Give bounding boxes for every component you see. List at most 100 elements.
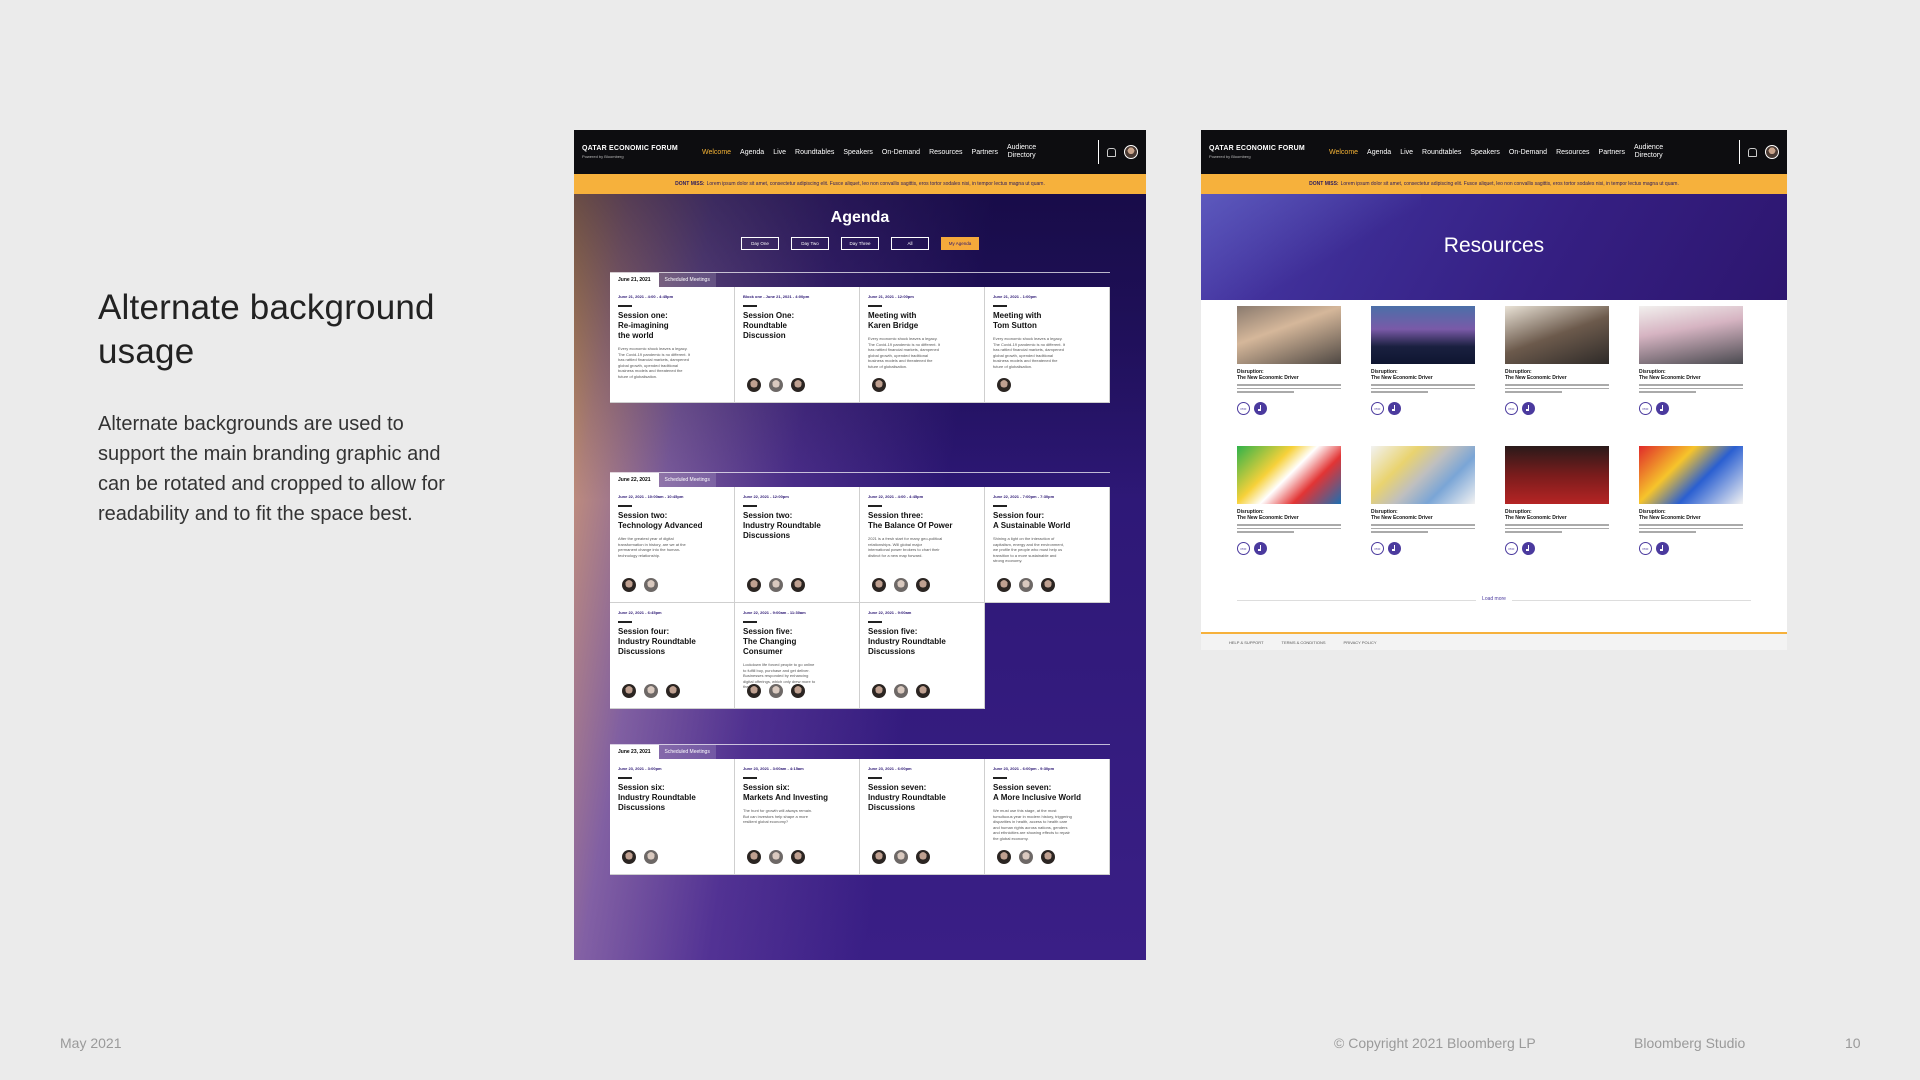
download-icon[interactable] [1522, 542, 1535, 555]
tab-day-two[interactable]: Day Two [791, 237, 829, 250]
speaker-avatar[interactable] [916, 684, 930, 698]
resource-thumbnail[interactable] [1237, 306, 1341, 364]
speaker-avatar[interactable] [791, 684, 805, 698]
speaker-avatar[interactable] [791, 850, 805, 864]
nav-item-speakers[interactable]: Speakers [843, 149, 873, 156]
pdf-icon[interactable]: PDF [1639, 402, 1652, 415]
pdf-icon[interactable]: PDF [1371, 402, 1384, 415]
speaker-avatar[interactable] [747, 850, 761, 864]
resource-thumbnail[interactable] [1639, 306, 1743, 364]
resource-card[interactable]: Disruption: The New Economic Driver PDF [1371, 446, 1475, 570]
tab-day-one[interactable]: Day One [741, 237, 779, 250]
session-card[interactable]: June 23, 2021 - 6:00pm - 9:30pm Session s… [985, 759, 1110, 875]
session-card[interactable]: June 23, 2021 - 3:00pm Session six: Indus… [610, 759, 735, 875]
speaker-avatar[interactable] [622, 578, 636, 592]
nav-item-roundtables[interactable]: Roundtables [1422, 149, 1461, 156]
scheduled-meetings-tab[interactable]: Scheduled Meetings [658, 273, 716, 287]
nav-item-audience-directory[interactable]: Audience Directory [1007, 144, 1036, 160]
session-card[interactable]: Block one - June 21, 2021 - 4:00pm Sessio… [735, 287, 860, 403]
speaker-avatar[interactable] [872, 684, 886, 698]
load-more-link[interactable]: Load more [1476, 596, 1512, 602]
speaker-avatar[interactable] [747, 684, 761, 698]
speaker-avatar[interactable] [769, 850, 783, 864]
tab-all[interactable]: All [891, 237, 929, 250]
speaker-avatar[interactable] [644, 684, 658, 698]
site-logo[interactable]: QATAR ECONOMIC FORUM Powered by Bloomber… [582, 145, 692, 159]
day-date-tab[interactable]: June 22, 2021 [610, 473, 659, 487]
speaker-avatar[interactable] [894, 850, 908, 864]
resource-card[interactable]: Disruption: The New Economic Driver PDF [1639, 306, 1743, 430]
pdf-icon[interactable]: PDF [1237, 402, 1250, 415]
speaker-avatar[interactable] [997, 850, 1011, 864]
pdf-icon[interactable]: PDF [1639, 542, 1652, 555]
resource-thumbnail[interactable] [1237, 446, 1341, 504]
speaker-avatar[interactable] [666, 684, 680, 698]
session-card[interactable]: June 21, 2021 - 1:00pm Meeting with Tom S… [985, 287, 1110, 403]
speaker-avatar[interactable] [747, 378, 761, 392]
resource-card[interactable]: Disruption: The New Economic Driver PDF [1639, 446, 1743, 570]
speaker-avatar[interactable] [769, 578, 783, 592]
day-date-tab[interactable]: June 21, 2021 [610, 273, 659, 287]
pdf-icon[interactable]: PDF [1237, 542, 1250, 555]
nav-item-partners[interactable]: Partners [972, 149, 998, 156]
session-card[interactable]: June 21, 2021 - 12:00pm Meeting with Kare… [860, 287, 985, 403]
speaker-avatar[interactable] [997, 578, 1011, 592]
download-icon[interactable] [1254, 402, 1267, 415]
speaker-avatar[interactable] [894, 684, 908, 698]
nav-item-live[interactable]: Live [1400, 149, 1413, 156]
speaker-avatar[interactable] [1019, 578, 1033, 592]
speaker-avatar[interactable] [872, 378, 886, 392]
speaker-avatar[interactable] [644, 850, 658, 864]
scheduled-meetings-tab[interactable]: Scheduled Meetings [658, 745, 716, 759]
nav-item-on-demand[interactable]: On-Demand [1509, 149, 1547, 156]
resource-card[interactable]: Disruption: The New Economic Driver PDF [1237, 306, 1341, 430]
nav-item-live[interactable]: Live [773, 149, 786, 156]
speaker-avatar[interactable] [872, 578, 886, 592]
footer-link-privacy[interactable]: PRIVACY POLICY [1344, 640, 1377, 645]
resource-thumbnail[interactable] [1371, 306, 1475, 364]
nav-item-agenda[interactable]: Agenda [1367, 149, 1391, 156]
nav-item-audience-directory[interactable]: Audience Directory [1634, 144, 1663, 160]
session-card[interactable]: June 22, 2021 - 7:00pm - 7:30pm Session f… [985, 487, 1110, 603]
notification-bell-icon[interactable] [1107, 147, 1116, 157]
speaker-avatar[interactable] [1041, 578, 1055, 592]
session-card[interactable]: June 23, 2021 - 3:00am - 4:15am Session s… [735, 759, 860, 875]
speaker-avatar[interactable] [769, 378, 783, 392]
speaker-avatar[interactable] [916, 578, 930, 592]
user-avatar[interactable] [1765, 145, 1779, 159]
resource-card[interactable]: Disruption: The New Economic Driver PDF [1505, 446, 1609, 570]
nav-item-roundtables[interactable]: Roundtables [795, 149, 834, 156]
scheduled-meetings-tab[interactable]: Scheduled Meetings [658, 473, 716, 487]
nav-item-welcome[interactable]: Welcome [1329, 149, 1358, 156]
resource-thumbnail[interactable] [1505, 446, 1609, 504]
tab-day-three[interactable]: Day Three [841, 237, 879, 250]
nav-item-on-demand[interactable]: On-Demand [882, 149, 920, 156]
speaker-avatar[interactable] [872, 850, 886, 864]
nav-item-resources[interactable]: Resources [929, 149, 962, 156]
session-card[interactable]: June 22, 2021 - 12:00pm Session two: Indu… [735, 487, 860, 603]
resource-card[interactable]: Disruption: The New Economic Driver PDF [1371, 306, 1475, 430]
speaker-avatar[interactable] [1041, 850, 1055, 864]
speaker-avatar[interactable] [622, 850, 636, 864]
nav-item-agenda[interactable]: Agenda [740, 149, 764, 156]
nav-item-partners[interactable]: Partners [1599, 149, 1625, 156]
speaker-avatar[interactable] [644, 578, 658, 592]
speaker-avatar[interactable] [916, 850, 930, 864]
pdf-icon[interactable]: PDF [1505, 542, 1518, 555]
speaker-avatar[interactable] [894, 578, 908, 592]
download-icon[interactable] [1388, 542, 1401, 555]
session-card[interactable]: June 22, 2021 - 9:00am Session five: Indu… [860, 603, 985, 709]
speaker-avatar[interactable] [747, 578, 761, 592]
speaker-avatar[interactable] [791, 378, 805, 392]
session-card[interactable]: June 22, 2021 - 6:45pm Session four: Indu… [610, 603, 735, 709]
download-icon[interactable] [1656, 402, 1669, 415]
pdf-icon[interactable]: PDF [1371, 542, 1384, 555]
speaker-avatar[interactable] [1019, 850, 1033, 864]
nav-item-welcome[interactable]: Welcome [702, 149, 731, 156]
resource-card[interactable]: Disruption: The New Economic Driver PDF [1505, 306, 1609, 430]
download-icon[interactable] [1522, 402, 1535, 415]
notification-bell-icon[interactable] [1748, 147, 1757, 157]
footer-link-help[interactable]: HELP & SUPPORT [1229, 640, 1264, 645]
speaker-avatar[interactable] [622, 684, 636, 698]
footer-link-terms[interactable]: TERMS & CONDITIONS [1282, 640, 1326, 645]
